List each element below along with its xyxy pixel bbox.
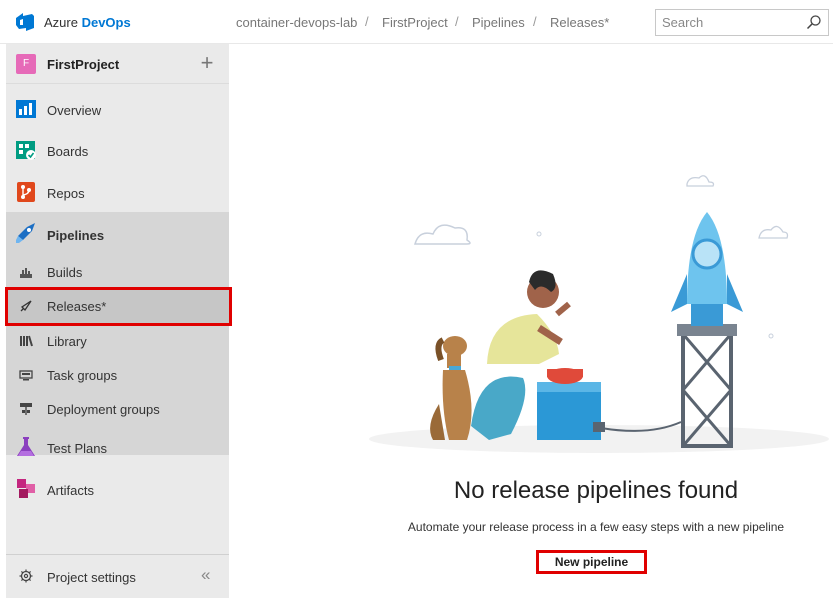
breadcrumb-pipelines[interactable]: Pipelines [472, 15, 525, 30]
project-settings[interactable]: Project settings « [6, 554, 229, 598]
sidebar-item-label: Deployment groups [47, 402, 160, 417]
release-pipeline-illustration [369, 175, 829, 453]
sidebar-item-label: Builds [47, 265, 83, 280]
sidebar-item-boards[interactable]: Boards [6, 133, 229, 169]
task-groups-icon [19, 370, 33, 381]
breadcrumb-project[interactable]: FirstProject [382, 15, 448, 30]
breadcrumb-separator: / [533, 14, 537, 29]
search-box[interactable] [655, 9, 829, 36]
sidebar-item-artifacts[interactable]: Artifacts [6, 471, 229, 507]
sidebar-item-label: Overview [47, 103, 102, 118]
azure-devops-logo-icon[interactable] [14, 11, 36, 33]
sidebar-item-label: Repos [47, 186, 85, 201]
sidebar-item-library[interactable]: Library [6, 323, 229, 359]
sidebar-item-overview[interactable]: Overview [6, 92, 229, 128]
sidebar-item-task-groups[interactable]: Task groups [6, 357, 229, 393]
top-bar: Azure DevOps container-devops-lab / Firs… [0, 0, 833, 44]
search-icon[interactable] [806, 14, 822, 30]
sidebar-item-pipelines[interactable]: Pipelines [6, 216, 229, 252]
sidebar-item-builds[interactable]: Builds [6, 253, 229, 289]
builds-icon [20, 268, 32, 278]
sidebar-item-label: Pipelines [47, 228, 105, 243]
brand-name[interactable]: Azure DevOps [44, 15, 131, 30]
project-settings-label: Project settings [47, 570, 136, 585]
brand-suffix: DevOps [81, 15, 131, 30]
add-icon[interactable]: + [199, 52, 215, 74]
deployment-groups-icon [20, 403, 32, 415]
sidebar-item-deployment-groups[interactable]: Deployment groups [6, 391, 229, 427]
sidebar-item-label: Boards [47, 144, 89, 159]
artifacts-icon [17, 479, 35, 498]
project-name[interactable]: FirstProject [47, 57, 119, 72]
breadcrumb-releases[interactable]: Releases* [550, 15, 609, 30]
pipelines-icon [16, 223, 35, 243]
test-plans-icon [17, 437, 35, 456]
project-header[interactable]: F FirstProject + [6, 44, 229, 84]
library-icon [20, 335, 33, 347]
sidebar-item-label: Library [47, 334, 87, 349]
sidebar-item-test-plans[interactable]: Test Plans [6, 429, 229, 465]
breadcrumb-organization[interactable]: container-devops-lab [236, 15, 357, 30]
project-avatar: F [16, 54, 36, 74]
new-pipeline-button[interactable]: New pipeline [536, 550, 647, 574]
empty-state-subtitle: Automate your release process in a few e… [407, 520, 785, 534]
empty-state-title: No release pipelines found [453, 477, 739, 504]
breadcrumb-separator: / [365, 14, 369, 29]
breadcrumb-separator: / [455, 14, 459, 29]
brand-prefix: Azure [44, 15, 82, 30]
sidebar-item-repos[interactable]: Repos [6, 174, 229, 210]
sidebar-item-label: Artifacts [47, 483, 94, 498]
collapse-sidebar-icon[interactable]: « [201, 565, 210, 585]
repos-icon [17, 182, 35, 202]
gear-icon [19, 569, 33, 583]
releases-highlight-box [5, 287, 232, 326]
main-content: No release pipelines found Automate your… [229, 44, 833, 598]
overview-icon [16, 100, 36, 118]
sidebar-item-label: Test Plans [47, 441, 107, 456]
boards-icon [16, 141, 36, 160]
search-input[interactable] [662, 10, 802, 35]
sidebar-item-label: Task groups [47, 368, 118, 383]
